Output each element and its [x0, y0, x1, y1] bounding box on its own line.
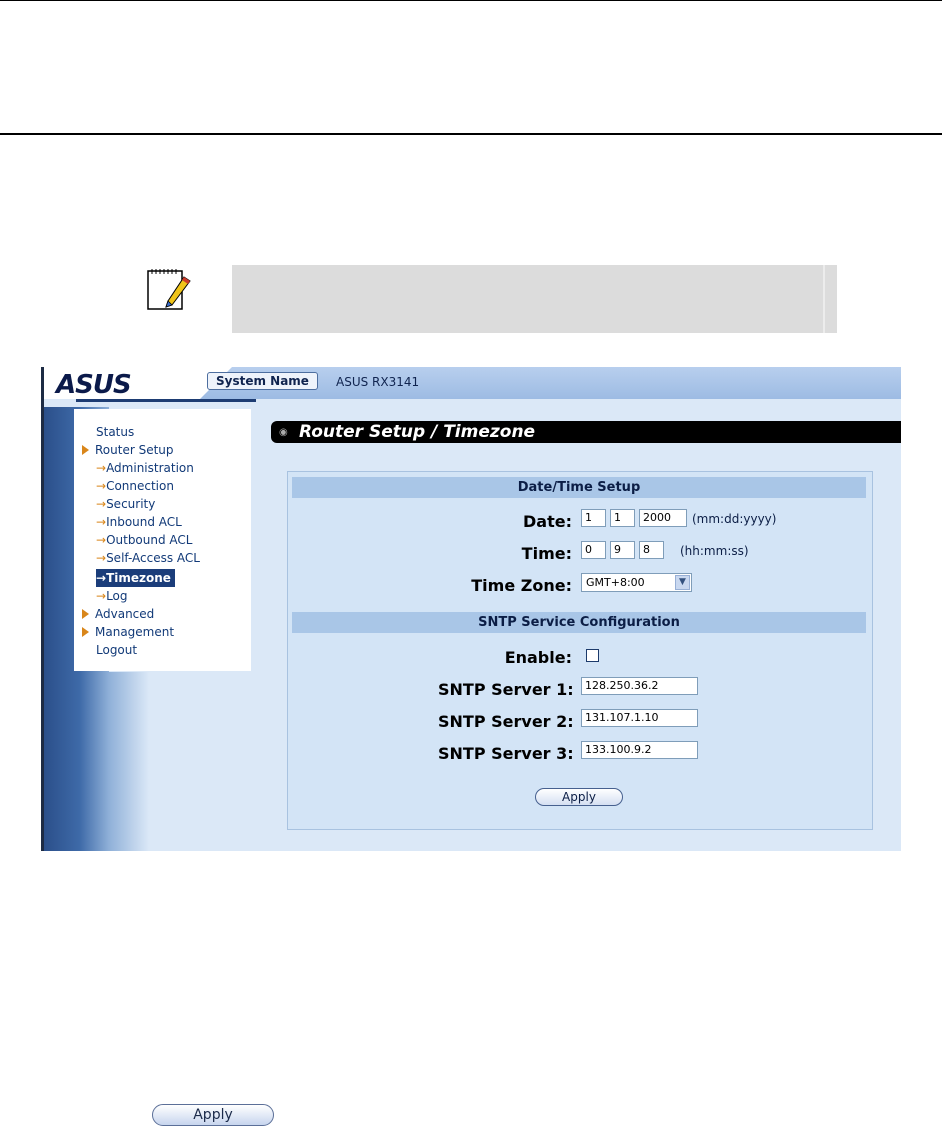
sidebar-item-log[interactable]: →Log — [74, 587, 251, 605]
sidebar-item-logout[interactable]: Logout — [74, 641, 251, 659]
apply-button-illustration: Apply — [152, 1104, 274, 1126]
arrow-right-icon: → — [96, 551, 107, 565]
timezone-panel: Date/Time Setup Date: 1 1 2000 (mm:dd:yy… — [287, 471, 873, 830]
sntp-server2-label: SNTP Server 2: — [438, 712, 574, 731]
sidebar-item-label: Connection — [106, 479, 174, 493]
sidebar-item-label: Self-Access ACL — [106, 551, 200, 565]
sntp-enable-checkbox[interactable] — [586, 649, 599, 662]
sidebar-item-label: Logout — [96, 643, 138, 657]
note-pencil-icon — [144, 265, 194, 315]
note-box — [232, 265, 837, 333]
date-format-hint: (mm:dd:yyyy) — [692, 512, 777, 526]
sidebar-item-management[interactable]: Management — [74, 623, 251, 641]
timezone-select[interactable]: GMT+8:00 ▼ — [581, 573, 692, 592]
arrow-right-icon: → — [96, 589, 107, 603]
page-title: Router Setup / Timezone — [299, 422, 536, 442]
sidebar-item-label: Management — [95, 625, 175, 639]
date-label: Date: — [523, 512, 572, 531]
time-second-input[interactable]: 8 — [639, 541, 664, 559]
sntp-enable-label: Enable: — [504, 648, 572, 667]
time-minute-input[interactable]: 9 — [610, 541, 635, 559]
sntp-server2-input[interactable]: 131.107.1.10 — [581, 709, 698, 727]
sidebar-item-advanced[interactable]: Advanced — [74, 605, 251, 623]
expand-triangle-icon — [82, 445, 89, 455]
sidebar-item-label: Outbound ACL — [106, 533, 193, 547]
page-title-bar: ◉ Router Setup / Timezone — [271, 421, 901, 443]
time-format-hint: (hh:mm:ss) — [680, 544, 749, 558]
sidebar-item-label: Administration — [106, 461, 194, 475]
sidebar-item-label: Inbound ACL — [106, 515, 182, 529]
sntp-heading: SNTP Service Configuration — [292, 612, 866, 633]
time-label: Time: — [521, 544, 572, 563]
sntp-server3-label: SNTP Server 3: — [438, 744, 574, 763]
apply-button[interactable]: Apply — [535, 788, 623, 806]
sidebar-item-self-access-acl[interactable]: →Self-Access ACL — [74, 549, 251, 567]
arrow-right-icon: → — [96, 515, 107, 529]
arrow-right-icon: → — [96, 461, 107, 475]
arrow-right-icon: → — [96, 479, 107, 493]
sidebar-item-label: Log — [106, 589, 128, 603]
sidebar-item-timezone[interactable]: →Timezone — [96, 569, 175, 587]
datetime-heading: Date/Time Setup — [292, 477, 866, 498]
router-web-ui: ASUS System Name ASUS RX3141 Status Route… — [41, 367, 901, 851]
expand-triangle-icon — [82, 609, 89, 619]
system-name-label: System Name — [207, 372, 318, 390]
chevron-down-icon[interactable]: ▼ — [675, 575, 690, 590]
sidebar-item-status[interactable]: Status — [74, 423, 251, 441]
sidebar-menu: Status Router Setup →Administration →Connec… — [74, 409, 251, 671]
sntp-server1-label: SNTP Server 1: — [438, 680, 574, 699]
sidebar-item-label: Security — [106, 497, 156, 511]
sidebar-item-inbound-acl[interactable]: →Inbound ACL — [74, 513, 251, 531]
sidebar-item-label: Router Setup — [95, 443, 174, 457]
sidebar-item-router-setup[interactable]: Router Setup — [74, 441, 251, 459]
timezone-select-value: GMT+8:00 — [586, 576, 645, 589]
top-rule — [0, 0, 942, 1]
sidebar-item-label: Status — [96, 425, 135, 439]
arrow-right-icon: → — [96, 497, 107, 511]
ui-header: ASUS System Name ASUS RX3141 — [44, 367, 901, 402]
sidebar-item-outbound-acl[interactable]: →Outbound ACL — [74, 531, 251, 549]
time-hour-input[interactable]: 0 — [581, 541, 606, 559]
arrow-right-icon: → — [96, 533, 107, 547]
logo-underline — [76, 399, 256, 402]
ui-left-border — [41, 367, 44, 851]
date-day-input[interactable]: 1 — [610, 509, 635, 527]
left-blue-fade — [109, 672, 149, 851]
title-bullet-icon: ◉ — [279, 427, 288, 438]
timezone-label: Time Zone: — [471, 576, 572, 595]
sidebar-item-label: Advanced — [95, 607, 155, 621]
expand-triangle-icon — [82, 627, 89, 637]
sntp-server3-input[interactable]: 133.100.9.2 — [581, 741, 698, 759]
arrow-right-icon: → — [96, 571, 107, 585]
header-rule — [0, 133, 942, 135]
sntp-server1-input[interactable]: 128.250.36.2 — [581, 677, 698, 695]
sidebar-item-security[interactable]: →Security — [74, 495, 251, 513]
date-year-input[interactable]: 2000 — [639, 509, 687, 527]
date-month-input[interactable]: 1 — [581, 509, 606, 527]
sidebar-item-label: Timezone — [106, 571, 171, 585]
system-name-value: ASUS RX3141 — [336, 375, 420, 389]
asus-logo: ASUS — [56, 370, 132, 400]
sidebar-item-connection[interactable]: →Connection — [74, 477, 251, 495]
sidebar-item-administration[interactable]: →Administration — [74, 459, 251, 477]
